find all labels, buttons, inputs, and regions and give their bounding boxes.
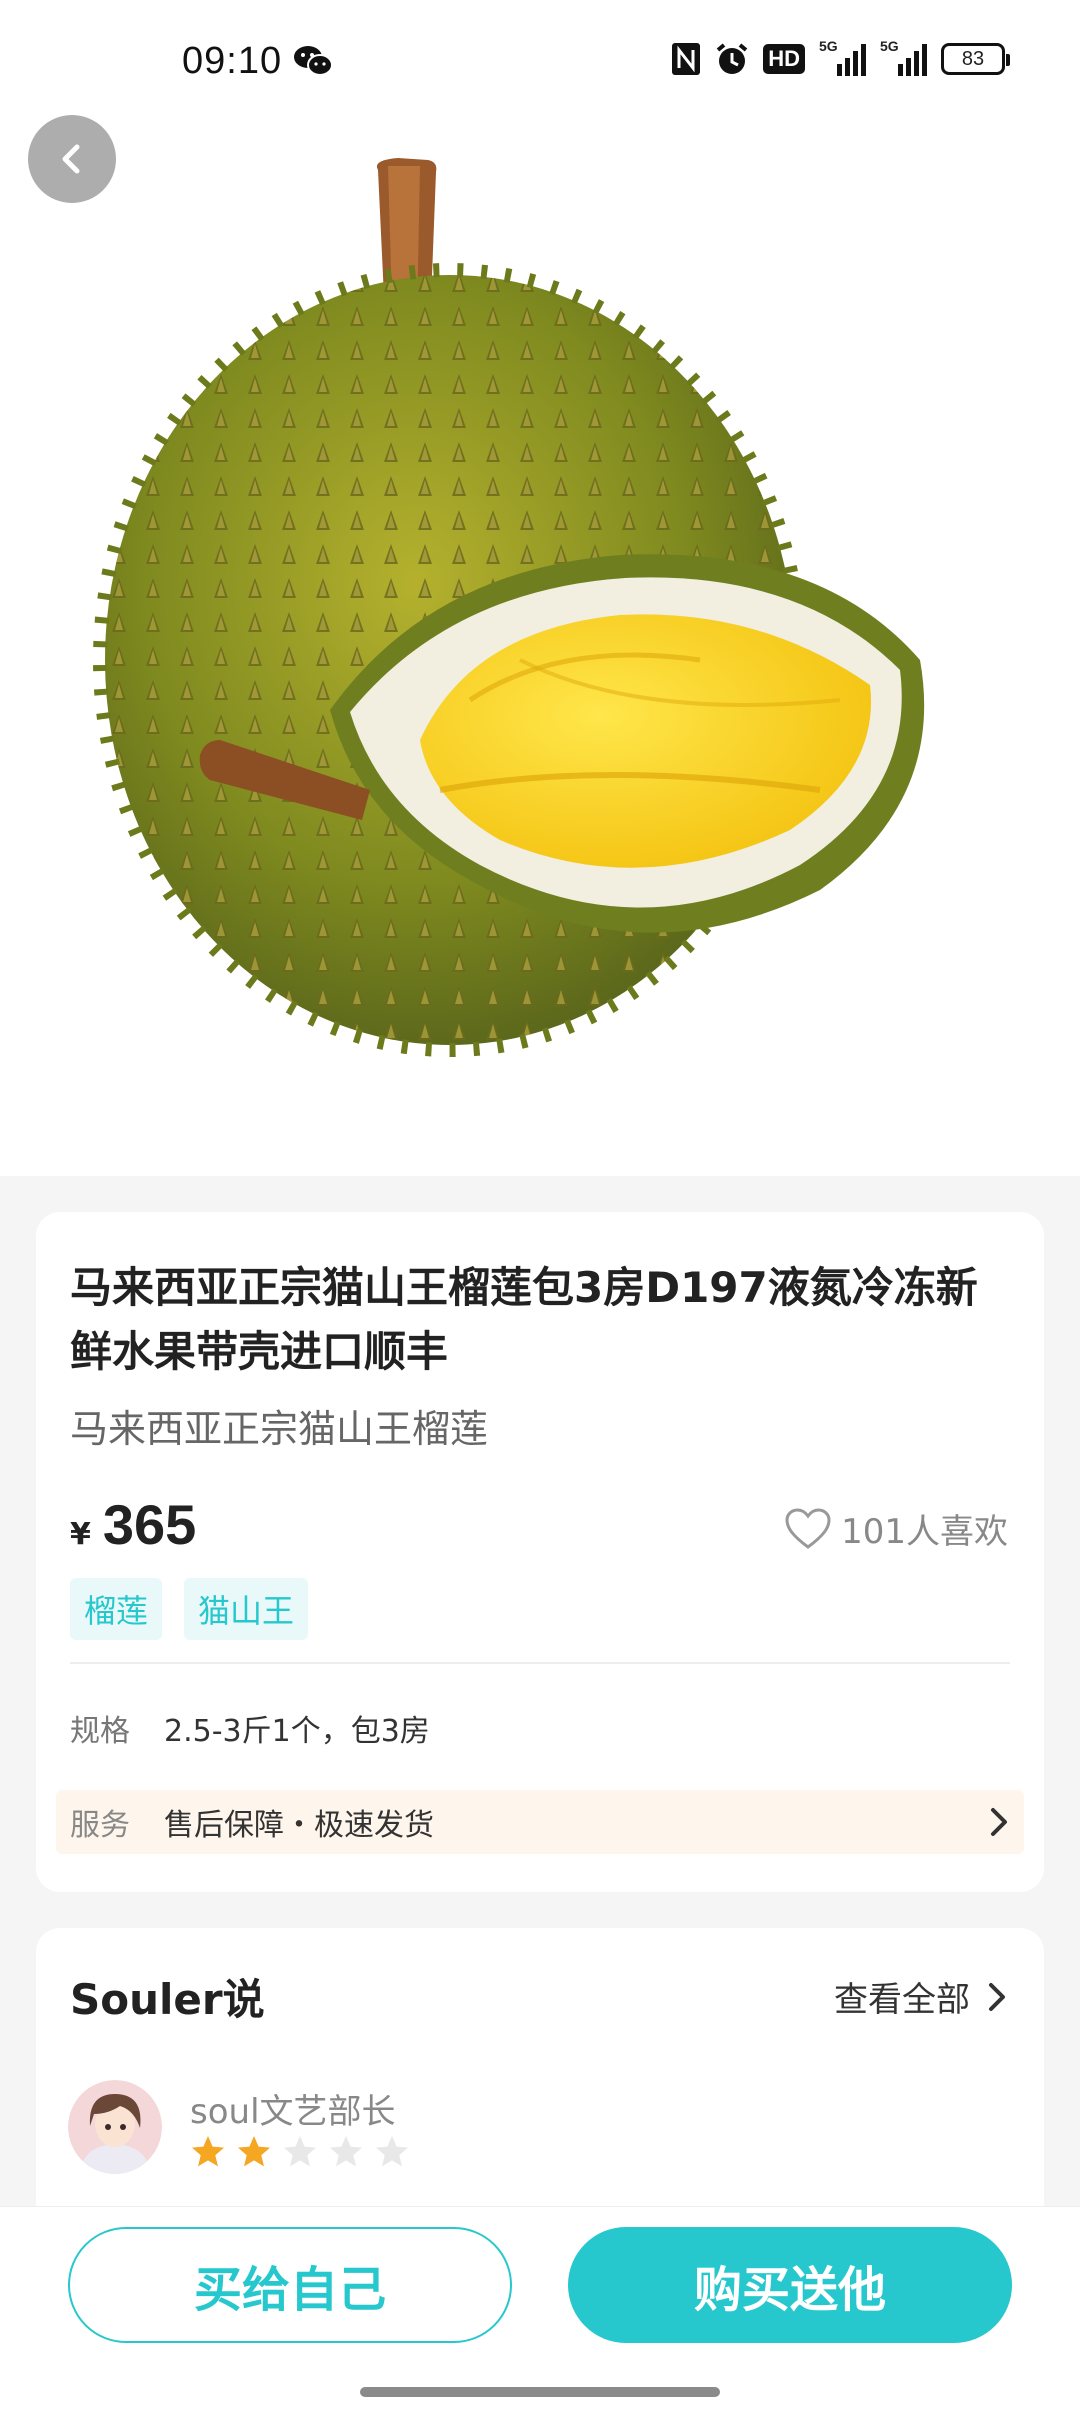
product-title: 马来西亚正宗猫山王榴莲包3房D197液氮冷冻新鲜水果带壳进口顺丰	[70, 1263, 978, 1376]
spec-row: 规格 2.5-3斤1个，包3房	[70, 1706, 430, 1750]
spec-label: 规格	[70, 1714, 130, 1749]
buy-as-gift-button[interactable]: 购买送他	[568, 2227, 1012, 2343]
tag[interactable]: 榴莲	[70, 1578, 163, 1640]
star-empty-icon	[284, 2136, 316, 2167]
service-label: 服务	[70, 1808, 130, 1843]
tag[interactable]: 猫山王	[184, 1578, 309, 1640]
star-empty-icon	[330, 2136, 362, 2167]
tag-list: 榴莲 猫山王	[70, 1578, 309, 1640]
like-button[interactable]: 101人喜欢	[785, 1504, 1008, 1553]
bottom-action-bar: 买给自己 购买送他	[0, 2206, 1080, 2412]
product-subtitle: 马来西亚正宗猫山王榴莲	[70, 1407, 489, 1451]
back-button[interactable]	[28, 115, 116, 203]
status-time: 09:10	[182, 40, 283, 82]
spec-value: 2.5-3斤1个，包3房	[164, 1714, 430, 1749]
nfc-icon	[672, 43, 701, 75]
hd-icon: HD	[763, 44, 805, 74]
chevron-left-icon	[62, 144, 80, 174]
battery-icon: 83	[941, 43, 1010, 75]
product-gallery[interactable]	[0, 100, 1080, 1245]
status-icons: HD 5G 5G 83	[671, 38, 1010, 76]
chevron-right-icon	[989, 1982, 1005, 2011]
souler-review-card: Souler说 查看全部 soul文艺部长	[36, 1928, 1044, 2228]
avatar[interactable]	[68, 2080, 162, 2174]
star-empty-icon	[376, 2136, 408, 2167]
service-row[interactable]: 服务 售后保障・极速发货	[56, 1790, 1024, 1854]
rating-stars	[190, 2134, 410, 2170]
currency-symbol: ¥	[70, 1517, 91, 1552]
review-username[interactable]: soul文艺部长	[190, 2084, 396, 2133]
chevron-right-icon	[991, 1808, 1007, 1836]
section-title: Souler说	[70, 1975, 265, 2024]
view-all-label: 查看全部	[834, 1980, 970, 2020]
likes-count: 101人喜欢	[841, 1512, 1008, 1552]
wechat-icon	[294, 46, 333, 76]
buy-for-self-button[interactable]: 买给自己	[68, 2227, 512, 2343]
home-indicator[interactable]	[360, 2387, 720, 2397]
product-info-card: 马来西亚正宗猫山王榴莲包3房D197液氮冷冻新鲜水果带壳进口顺丰 马来西亚正宗猫…	[36, 1212, 1044, 1892]
star-filled-icon	[192, 2136, 224, 2167]
star-filled-icon	[238, 2136, 270, 2167]
heart-icon	[785, 1507, 831, 1549]
service-value: 售后保障・极速发货	[164, 1808, 434, 1843]
view-all-button[interactable]: 查看全部	[834, 1972, 1008, 2021]
avatar-image	[68, 2080, 162, 2174]
signal-icon-2: 5G	[880, 38, 927, 76]
divider	[70, 1662, 1010, 1664]
price-value: 365	[102, 1493, 197, 1556]
price: ¥ 365	[70, 1492, 196, 1557]
signal-icon-1: 5G	[819, 38, 866, 76]
durian-image[interactable]	[0, 100, 1080, 1176]
alarm-icon	[716, 43, 748, 74]
